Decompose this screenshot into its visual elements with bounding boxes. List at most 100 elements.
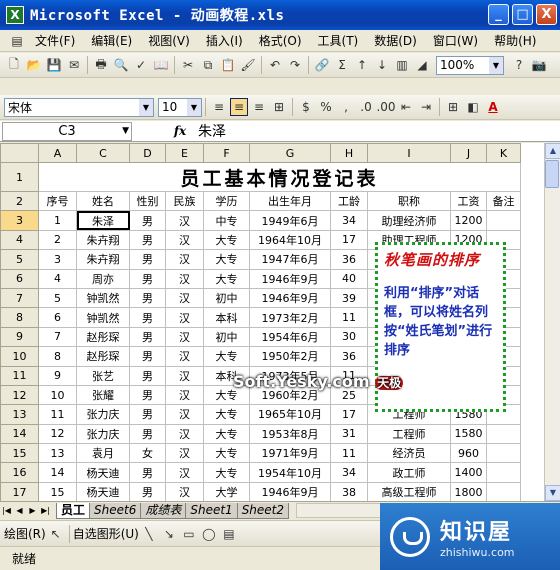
camera-icon[interactable]: 📷 (530, 56, 548, 74)
cell[interactable]: 汉 (165, 365, 204, 386)
column-title[interactable]: 备注 (486, 190, 521, 212)
row-header[interactable]: 12 (0, 384, 39, 406)
tab-sheet6[interactable]: Sheet6 (89, 502, 142, 519)
cell[interactable]: 1946年9月 (249, 481, 331, 501)
new-icon[interactable]: 🗋 (5, 56, 23, 74)
cell[interactable]: 3 (38, 249, 77, 270)
column-title[interactable]: 姓名 (76, 190, 130, 212)
cell[interactable]: 大专 (203, 249, 250, 270)
formula-input[interactable]: 朱泽 (194, 121, 226, 141)
cell[interactable]: 34 (330, 462, 368, 483)
cell[interactable]: 男 (129, 307, 166, 328)
row-header[interactable]: 16 (0, 462, 39, 483)
cell[interactable]: 1971年9月 (249, 443, 331, 464)
cell[interactable]: 1 (38, 210, 77, 231)
cell[interactable]: 汉 (165, 249, 204, 270)
close-button[interactable]: X (536, 4, 557, 25)
cell[interactable]: 9 (38, 365, 77, 386)
next-sheet-icon[interactable]: ▶ (26, 506, 39, 515)
cell[interactable]: 高级工程师 (367, 481, 451, 501)
cell[interactable]: 朱泽 (76, 210, 130, 231)
cell[interactable]: 男 (129, 346, 166, 367)
cell[interactable]: 14 (38, 462, 77, 483)
cell[interactable]: 1950年2月 (249, 346, 331, 367)
fill-color-icon[interactable]: ◧ (464, 98, 482, 116)
column-title[interactable]: 学历 (203, 190, 250, 212)
vertical-scrollbar[interactable]: ▲ ▼ (544, 143, 560, 501)
increase-indent-icon[interactable]: ⇥ (417, 98, 435, 116)
cell[interactable]: 13 (38, 443, 77, 464)
cell[interactable]: 大专 (203, 268, 250, 289)
cell[interactable]: 1954年6月 (249, 326, 331, 348)
currency-icon[interactable]: $ (297, 98, 315, 116)
cell[interactable]: 男 (129, 481, 166, 501)
cell[interactable]: 1947年6月 (249, 249, 331, 270)
cell[interactable]: 男 (129, 404, 166, 425)
align-left-icon[interactable]: ≡ (210, 98, 228, 116)
row-header[interactable]: 11 (0, 365, 39, 386)
row-header[interactable]: 17 (0, 481, 39, 501)
align-right-icon[interactable]: ≡ (250, 98, 268, 116)
cell[interactable]: 大专 (203, 229, 250, 251)
scroll-down-icon[interactable]: ▼ (545, 485, 560, 501)
decrease-decimal-icon[interactable]: .00 (376, 98, 395, 116)
zoom-select[interactable]: 100% ▼ (436, 55, 504, 75)
cell[interactable]: 汉 (165, 462, 204, 483)
cell[interactable]: 男 (129, 268, 166, 289)
cell[interactable]: 36 (330, 249, 368, 270)
permission-icon[interactable]: ✉ (65, 56, 83, 74)
cell[interactable]: 1949年6月 (249, 210, 331, 231)
menu-file[interactable]: 文件(F) (27, 32, 83, 49)
cell[interactable]: 汉 (165, 423, 204, 445)
column-title[interactable]: 出生年月 (249, 190, 331, 212)
column-header[interactable]: I (367, 143, 451, 163)
cell[interactable]: 男 (129, 287, 166, 309)
cell[interactable]: 1800 (450, 481, 487, 501)
cell[interactable]: 汉 (165, 384, 204, 406)
help-icon[interactable]: ? (510, 56, 528, 74)
cell[interactable]: 39 (330, 287, 368, 309)
menu-view[interactable]: 视图(V) (140, 32, 198, 49)
cell[interactable]: 1973年2月 (249, 307, 331, 328)
tab-sheet2[interactable]: Sheet2 (236, 502, 290, 519)
cell[interactable] (486, 481, 521, 501)
cell[interactable]: 朱卉翔 (76, 229, 130, 251)
cell[interactable]: 男 (129, 365, 166, 386)
cell[interactable]: 12 (38, 423, 77, 445)
cell[interactable]: 张力庆 (76, 404, 130, 425)
cell[interactable]: 男 (129, 210, 166, 231)
redo-icon[interactable]: ↷ (286, 56, 304, 74)
paste-icon[interactable]: 📋 (219, 56, 237, 74)
column-title[interactable]: 职称 (367, 190, 451, 212)
row-header[interactable]: 6 (0, 268, 39, 289)
row-header[interactable]: 14 (0, 423, 39, 445)
cell[interactable]: 汉 (165, 404, 204, 425)
column-header[interactable]: J (450, 143, 487, 163)
cell[interactable]: 张耀 (76, 384, 130, 406)
cell[interactable]: 汉 (165, 481, 204, 501)
cell[interactable]: 1954年10月 (249, 462, 331, 483)
cell[interactable]: 男 (129, 326, 166, 348)
menu-data[interactable]: 数据(D) (366, 32, 425, 49)
save-icon[interactable]: 💾 (45, 56, 63, 74)
percent-icon[interactable]: % (317, 98, 335, 116)
row-header[interactable]: 15 (0, 443, 39, 464)
cell[interactable]: 汉 (165, 210, 204, 231)
cell[interactable] (486, 462, 521, 483)
column-title[interactable]: 序号 (38, 190, 77, 212)
cell[interactable]: 1964年10月 (249, 229, 331, 251)
cell[interactable]: 汉 (165, 326, 204, 348)
cell[interactable]: 17 (330, 229, 368, 251)
print-icon[interactable]: 🖶 (92, 56, 110, 74)
chart-wizard-icon[interactable]: ▥ (393, 56, 411, 74)
tab-sheet1[interactable]: Sheet1 (185, 502, 238, 519)
sort-descending-icon[interactable]: ↓ (373, 56, 391, 74)
cell[interactable]: 8 (38, 346, 77, 367)
autosum-icon[interactable]: Σ (333, 56, 351, 74)
row-header[interactable]: 9 (0, 326, 39, 348)
column-title[interactable]: 工资 (450, 190, 487, 212)
cell[interactable]: 34 (330, 210, 368, 231)
cell[interactable]: 1400 (450, 462, 487, 483)
cell[interactable]: 大专 (203, 423, 250, 445)
prev-sheet-icon[interactable]: ◀ (13, 506, 26, 515)
